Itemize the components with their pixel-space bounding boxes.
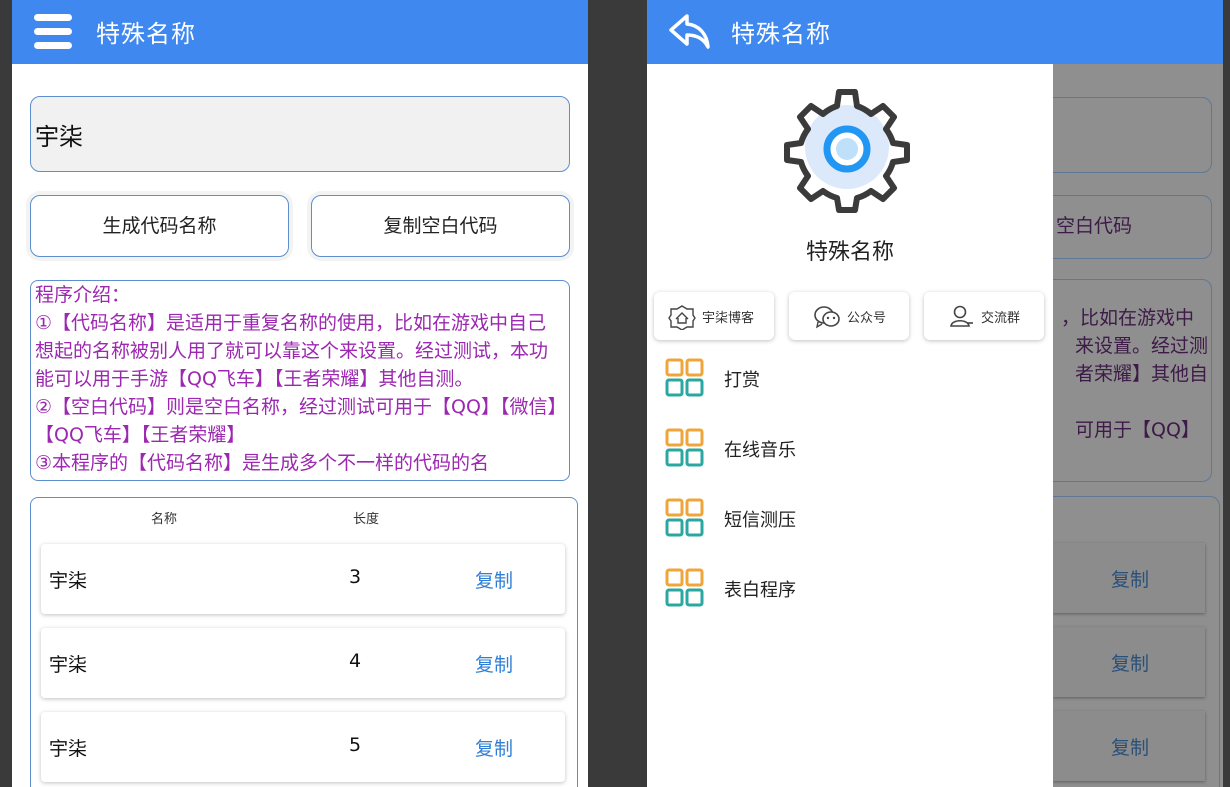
copy-blank-code-button[interactable]: 复制空白代码 — [311, 195, 570, 257]
dimmed-copy-blank-label: 空白代码 — [1056, 215, 1133, 237]
menu-item-label: 表白程序 — [724, 580, 796, 601]
grid-app-icon — [665, 358, 704, 397]
menu-item-label: 在线音乐 — [724, 440, 796, 461]
gear-icon — [784, 89, 910, 213]
quick-link-wechat[interactable]: 公众号 — [789, 292, 909, 340]
grid-app-icon — [665, 428, 704, 467]
table-row: 宇柒 4 复制 — [41, 628, 565, 698]
program-intro-text[interactable]: 程序介绍： ①【代码名称】是适用于重复名称的使用，比如在游戏中自己想起的名称被别… — [30, 280, 570, 481]
person-icon — [950, 305, 973, 327]
menu-icon[interactable] — [34, 12, 74, 50]
dimmed-copy-link: 复制 — [1111, 569, 1150, 591]
row-length: 4 — [349, 650, 362, 672]
menu-item-label: 打赏 — [724, 370, 760, 391]
navigation-drawer: 特殊名称 宇柒博客 公众号 交流群 打赏 在线音乐 短信测压 表白程序 — [647, 64, 1053, 787]
quick-link-label: 宇柒博客 — [702, 311, 755, 326]
row-name: 宇柒 — [49, 738, 88, 760]
results-table: 名称 长度 宇柒 3 复制 宇柒 4 复制 宇柒 5 复制 — [30, 497, 578, 787]
quick-link-group[interactable]: 交流群 — [924, 292, 1044, 340]
drawer-title: 特殊名称 — [805, 240, 894, 265]
row-length: 3 — [349, 566, 362, 588]
generate-code-name-button[interactable]: 生成代码名称 — [30, 195, 289, 257]
copy-link[interactable]: 复制 — [475, 734, 513, 761]
drawer-screen: 特殊名称 空白代码 ，比如在游戏中 来设置。经过测 者荣耀】其他自 可用于【QQ… — [647, 0, 1223, 787]
app-title: 特殊名称 — [96, 20, 196, 48]
quick-link-blog[interactable]: 宇柒博客 — [654, 292, 774, 340]
dimmed-intro-line: 可用于【QQ】 — [1075, 419, 1200, 441]
column-header-length: 长度 — [353, 512, 380, 527]
copy-link[interactable]: 复制 — [475, 650, 513, 677]
dimmed-copy-link: 复制 — [1111, 653, 1150, 675]
dimmed-intro-line: ，比如在游戏中 — [1061, 307, 1195, 329]
wechat-icon — [814, 306, 840, 329]
app-bar: 特殊名称 — [647, 0, 1223, 64]
dimmed-name-input — [1033, 97, 1212, 173]
dimmed-intro-line: 来设置。经过测 — [1075, 335, 1209, 357]
menu-item-reward[interactable]: 打赏 — [665, 354, 1025, 404]
app-title: 特殊名称 — [731, 20, 831, 48]
menu-item-label: 短信测压 — [724, 510, 796, 531]
row-name: 宇柒 — [49, 654, 88, 676]
main-screen: 特殊名称 生成代码名称 复制空白代码 程序介绍： ①【代码名称】是适用于重复名称… — [12, 0, 588, 787]
home-badge-icon — [668, 305, 696, 330]
app-bar: 特殊名称 — [12, 0, 588, 64]
quick-link-label: 公众号 — [847, 311, 887, 326]
menu-item-confession[interactable]: 表白程序 — [665, 564, 1025, 614]
dimmed-background: 空白代码 ，比如在游戏中 来设置。经过测 者荣耀】其他自 可用于【QQ】 复制 … — [1033, 64, 1223, 787]
column-header-name: 名称 — [151, 512, 178, 527]
copy-link[interactable]: 复制 — [475, 566, 513, 593]
menu-item-sms-test[interactable]: 短信测压 — [665, 494, 1025, 544]
dimmed-copy-link: 复制 — [1111, 737, 1150, 759]
grid-app-icon — [665, 498, 704, 537]
row-name: 宇柒 — [49, 570, 88, 592]
table-row: 宇柒 3 复制 — [41, 544, 565, 614]
row-length: 5 — [349, 734, 362, 756]
menu-item-online-music[interactable]: 在线音乐 — [665, 424, 1025, 474]
name-input[interactable] — [30, 96, 570, 172]
grid-app-icon — [665, 568, 704, 607]
table-row: 宇柒 5 复制 — [41, 712, 565, 782]
quick-link-label: 交流群 — [981, 311, 1021, 326]
back-arrow-icon[interactable] — [667, 10, 711, 52]
dimmed-intro-line: 者荣耀】其他自 — [1075, 363, 1209, 385]
